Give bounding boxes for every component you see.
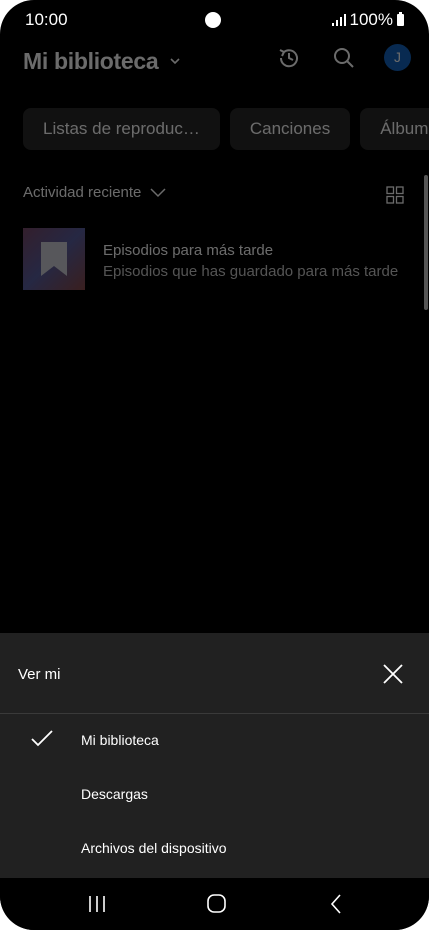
- option-label: Descargas: [81, 786, 148, 802]
- status-right: 100%: [331, 10, 404, 30]
- chevron-down-icon[interactable]: [168, 54, 182, 68]
- filter-chips: Listas de reproduc… Canciones Álbum: [23, 108, 429, 152]
- item-title: Episodios para más tarde: [103, 242, 274, 259]
- check-icon: [31, 730, 53, 747]
- system-nav-bar: [0, 878, 429, 930]
- home-icon[interactable]: [204, 892, 230, 916]
- option-descargas[interactable]: Descargas: [0, 769, 429, 823]
- scrollbar[interactable]: [424, 175, 428, 310]
- phone-screen: 10:00 100% Mi biblioteca J Listas de rep…: [0, 0, 429, 930]
- signal-icon: [331, 14, 346, 26]
- bottom-sheet: Ver mi Mi biblioteca Descargas Archivos …: [0, 633, 429, 878]
- item-thumbnail: [23, 228, 85, 290]
- avatar[interactable]: J: [384, 44, 411, 71]
- status-time: 10:00: [25, 10, 68, 29]
- app-header: Mi biblioteca J: [0, 40, 429, 100]
- option-archivos-dispositivo[interactable]: Archivos del dispositivo: [0, 823, 429, 877]
- chip-songs[interactable]: Canciones: [229, 108, 351, 150]
- option-mi-biblioteca[interactable]: Mi biblioteca: [0, 715, 429, 769]
- bookmark-icon: [41, 242, 67, 276]
- sort-selector[interactable]: Actividad reciente: [23, 184, 167, 201]
- sheet-title: Ver mi: [18, 666, 61, 683]
- list-item[interactable]: Episodios para más tarde Episodios que h…: [23, 228, 423, 292]
- status-bar: 10:00 100%: [0, 0, 429, 40]
- search-icon[interactable]: [330, 44, 358, 72]
- recent-apps-icon[interactable]: [84, 892, 110, 916]
- option-label: Mi biblioteca: [81, 732, 159, 748]
- chevron-down-icon: [150, 187, 166, 197]
- back-icon[interactable]: [324, 892, 350, 916]
- chip-albums[interactable]: Álbum: [360, 108, 429, 150]
- battery-text: 100%: [349, 10, 393, 29]
- sort-label: Actividad reciente: [23, 184, 142, 201]
- option-label: Archivos del dispositivo: [81, 840, 227, 856]
- history-icon[interactable]: [275, 44, 303, 72]
- page-title[interactable]: Mi biblioteca: [23, 48, 159, 75]
- close-icon[interactable]: [382, 663, 404, 685]
- sheet-header: Ver mi: [0, 633, 429, 714]
- camera-cutout: [205, 12, 221, 28]
- battery-icon: [397, 12, 404, 26]
- grid-icon[interactable]: [386, 186, 404, 204]
- chip-playlists[interactable]: Listas de reproduc…: [23, 108, 220, 150]
- item-subtitle: Episodios que has guardado para más tard…: [103, 263, 399, 280]
